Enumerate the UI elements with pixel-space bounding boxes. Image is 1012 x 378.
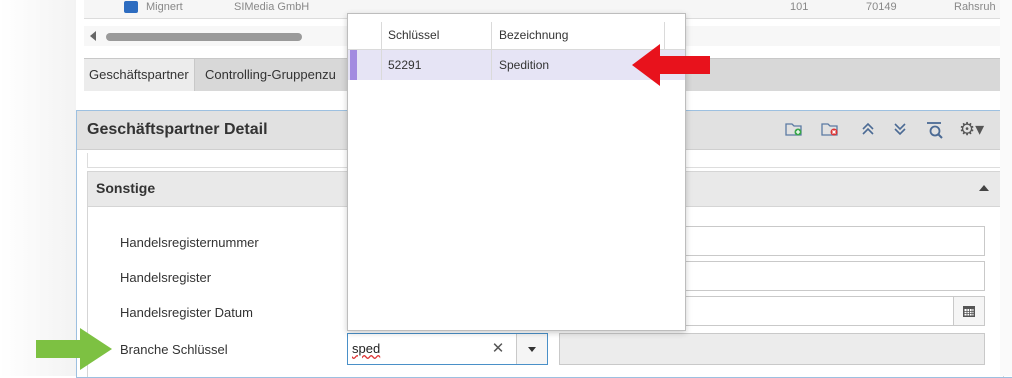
scroll-left-icon[interactable] — [90, 31, 96, 41]
dropdown-toggle-icon[interactable] — [516, 334, 547, 364]
column-divider — [491, 50, 492, 80]
calendar-icon[interactable] — [953, 297, 984, 325]
collapse-all-icon[interactable] — [861, 121, 875, 141]
clear-icon[interactable]: ✕ — [486, 338, 510, 360]
field-label-handelsregister: Handelsregister — [120, 270, 212, 285]
list-item-name: Spedition — [499, 58, 550, 72]
column-header-bezeichnung[interactable]: Bezeichnung — [499, 28, 568, 42]
table-cell: SIMedia GmbH — [234, 1, 310, 13]
handelsregister-input[interactable] — [684, 261, 985, 291]
table-cell: 70149 — [866, 1, 897, 13]
add-folder-icon[interactable] — [785, 121, 803, 141]
column-divider — [491, 22, 492, 49]
branche-bezeichnung-field — [559, 333, 985, 365]
table-cell: Mignert — [146, 1, 183, 13]
tab-geschaeftspartner[interactable]: Geschäftspartner — [84, 59, 195, 91]
selection-marker — [350, 50, 357, 80]
table-cell: 101 — [790, 1, 809, 13]
column-divider — [381, 50, 382, 80]
delete-folder-icon[interactable] — [821, 121, 839, 141]
background-margin — [0, 0, 76, 376]
field-label-handelsregisternummer: Handelsregisternummer — [120, 235, 259, 250]
search-icon[interactable] — [925, 121, 945, 143]
tab-controlling-gruppen[interactable]: Controlling-Gruppenzu — [200, 59, 341, 91]
collapse-caret-icon[interactable] — [979, 185, 989, 191]
list-item-key: 52291 — [388, 58, 422, 72]
branche-schluessel-combobox[interactable]: sped ✕ — [347, 333, 548, 365]
record-icon — [124, 1, 138, 13]
field-label-handelsregister-datum: Handelsregister Datum — [120, 305, 253, 320]
green-arrow-icon — [34, 326, 114, 375]
scroll-thumb[interactable] — [106, 33, 302, 41]
column-divider — [381, 22, 382, 49]
handelsregisternummer-input[interactable] — [684, 226, 985, 256]
branche-schluessel-input[interactable]: sped — [352, 341, 380, 356]
red-arrow-icon — [630, 42, 712, 91]
panel-title: Geschäftspartner Detail — [87, 121, 268, 138]
gear-icon[interactable]: ⚙▾ — [959, 119, 984, 140]
field-label-branche-schluessel: Branche Schlüssel — [120, 342, 228, 357]
table-cell: Rahsruh — [954, 1, 996, 13]
expand-all-icon[interactable] — [893, 121, 907, 141]
window-edge — [1000, 0, 1012, 376]
section-title: Sonstige — [96, 180, 156, 196]
column-header-schluessel[interactable]: Schlüssel — [388, 28, 439, 42]
handelsregister-datum-input[interactable] — [684, 296, 985, 326]
